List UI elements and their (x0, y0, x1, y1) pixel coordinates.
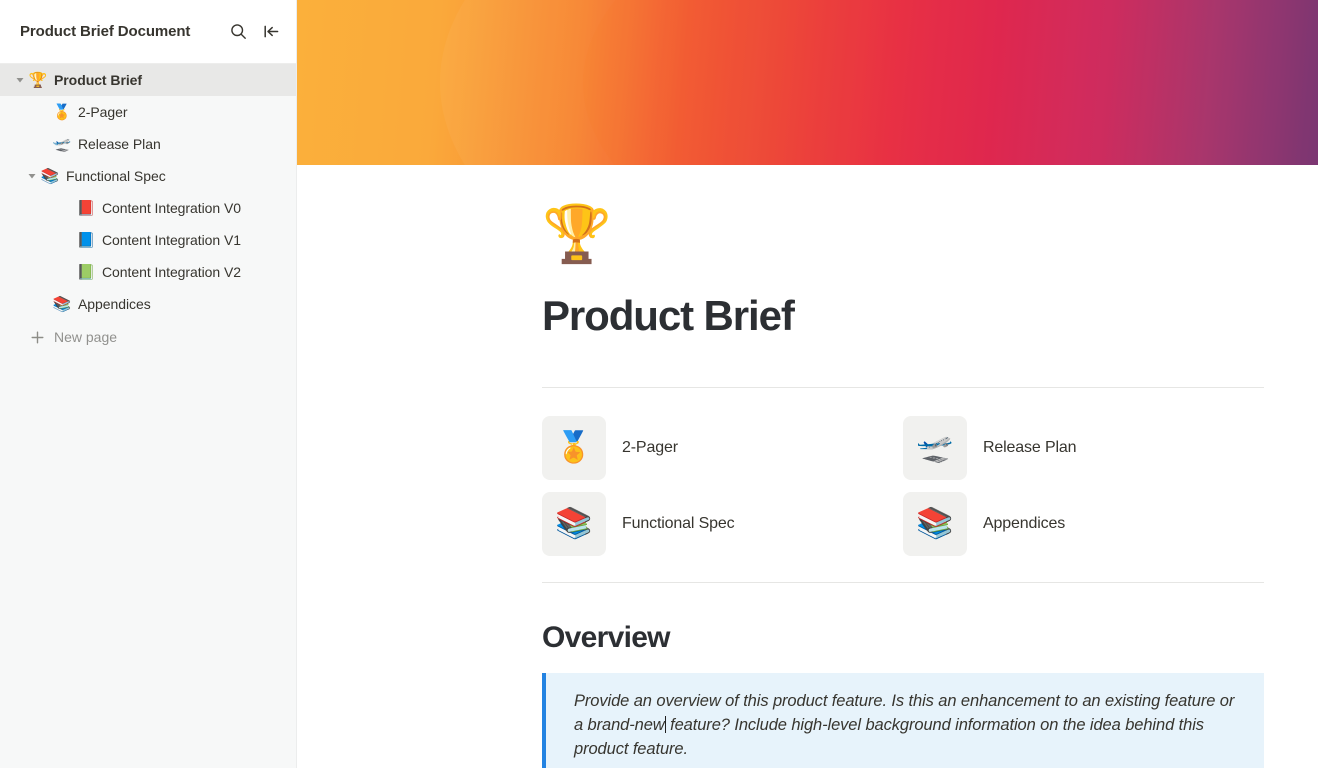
medal-icon: 🏅 (542, 416, 606, 481)
page-tree: 🏆 Product Brief 🏅 2-Pager 🛫 Release Plan… (0, 64, 296, 768)
sidebar-item-functional-spec[interactable]: 📚 Functional Spec (0, 160, 296, 192)
link-card-label: Release Plan (983, 439, 1077, 457)
sidebar-item-appendices[interactable]: 📚 Appendices (0, 288, 296, 320)
chevron-down-icon[interactable] (24, 168, 40, 184)
child-page-card-grid: 🏅 2-Pager 🛫 Release Plan 📚 Functional Sp… (542, 388, 1264, 582)
blue-book-icon: 📘 (76, 230, 96, 249)
document-body: 🏆 Product Brief 🏅 2-Pager 🛫 Release Plan… (297, 165, 1318, 768)
airplane-departure-icon: 🛫 (52, 134, 72, 153)
sidebar-item-content-integration-v1[interactable]: 📘 Content Integration V1 (0, 224, 296, 256)
new-page-label: New page (54, 329, 118, 345)
link-card-release-plan[interactable]: 🛫 Release Plan (903, 410, 1264, 486)
books-icon: 📚 (40, 166, 60, 185)
banner-arc-decoration-2 (582, 0, 1318, 165)
divider-bottom (542, 582, 1264, 584)
green-book-icon: 📗 (76, 262, 96, 281)
overview-callout[interactable]: Provide an overview of this product feat… (542, 673, 1264, 768)
airplane-departure-icon: 🛫 (903, 416, 967, 481)
trophy-icon: 🏆 (28, 70, 48, 89)
document-column: 🏆 Product Brief 🏅 2-Pager 🛫 Release Plan… (542, 165, 1264, 768)
sidebar-item-2-pager[interactable]: 🏅 2-Pager (0, 96, 296, 128)
link-card-appendices[interactable]: 📚 Appendices (903, 486, 1264, 562)
medal-icon: 🏅 (52, 102, 72, 121)
sidebar-header: Product Brief Document (0, 0, 296, 64)
sidebar-item-label: Content Integration V2 (102, 264, 241, 280)
link-card-functional-spec[interactable]: 📚 Functional Spec (542, 486, 903, 562)
sidebar: Product Brief Document 🏆 Product Brief 🏅… (0, 0, 297, 768)
link-card-label: 2-Pager (622, 439, 678, 457)
search-icon[interactable] (227, 21, 249, 43)
sidebar-item-label: Appendices (78, 296, 151, 312)
sidebar-item-content-integration-v0[interactable]: 📕 Content Integration V0 (0, 192, 296, 224)
callout-text-after-caret: feature? Include high-level background i… (574, 716, 1204, 759)
app-root: Product Brief Document 🏆 Product Brief 🏅… (0, 0, 1318, 768)
books-icon: 📚 (542, 492, 606, 557)
sidebar-item-label: Content Integration V1 (102, 232, 241, 248)
sidebar-title: Product Brief Document (20, 23, 191, 40)
banner-arc-decoration (439, 0, 1318, 165)
overview-callout-text[interactable]: Provide an overview of this product feat… (574, 689, 1244, 761)
sidebar-item-product-brief[interactable]: 🏆 Product Brief (0, 64, 296, 96)
plus-icon (28, 331, 46, 344)
sidebar-header-actions (227, 21, 282, 43)
sidebar-item-label: 2-Pager (78, 104, 128, 120)
link-card-2-pager[interactable]: 🏅 2-Pager (542, 410, 903, 486)
overview-heading[interactable]: Overview (542, 621, 1264, 655)
sidebar-item-content-integration-v2[interactable]: 📗 Content Integration V2 (0, 256, 296, 288)
link-card-label: Functional Spec (622, 515, 735, 533)
sidebar-item-label: Functional Spec (66, 168, 166, 184)
new-page-button[interactable]: New page (0, 322, 296, 352)
link-card-label: Appendices (983, 515, 1066, 533)
collapse-sidebar-icon[interactable] (260, 21, 282, 43)
red-book-icon: 📕 (76, 198, 96, 217)
books-icon: 📚 (52, 294, 72, 313)
main-content: 🏆 Product Brief 🏅 2-Pager 🛫 Release Plan… (297, 0, 1318, 768)
trophy-icon[interactable]: 🏆 (542, 207, 612, 263)
sidebar-item-label: Content Integration V0 (102, 200, 241, 216)
sidebar-item-label: Product Brief (54, 72, 143, 88)
books-icon: 📚 (903, 492, 967, 557)
page-title[interactable]: Product Brief (542, 292, 1264, 339)
chevron-down-icon[interactable] (12, 72, 28, 88)
sidebar-item-release-plan[interactable]: 🛫 Release Plan (0, 128, 296, 160)
page-cover-banner[interactable] (297, 0, 1318, 165)
sidebar-item-label: Release Plan (78, 136, 161, 152)
